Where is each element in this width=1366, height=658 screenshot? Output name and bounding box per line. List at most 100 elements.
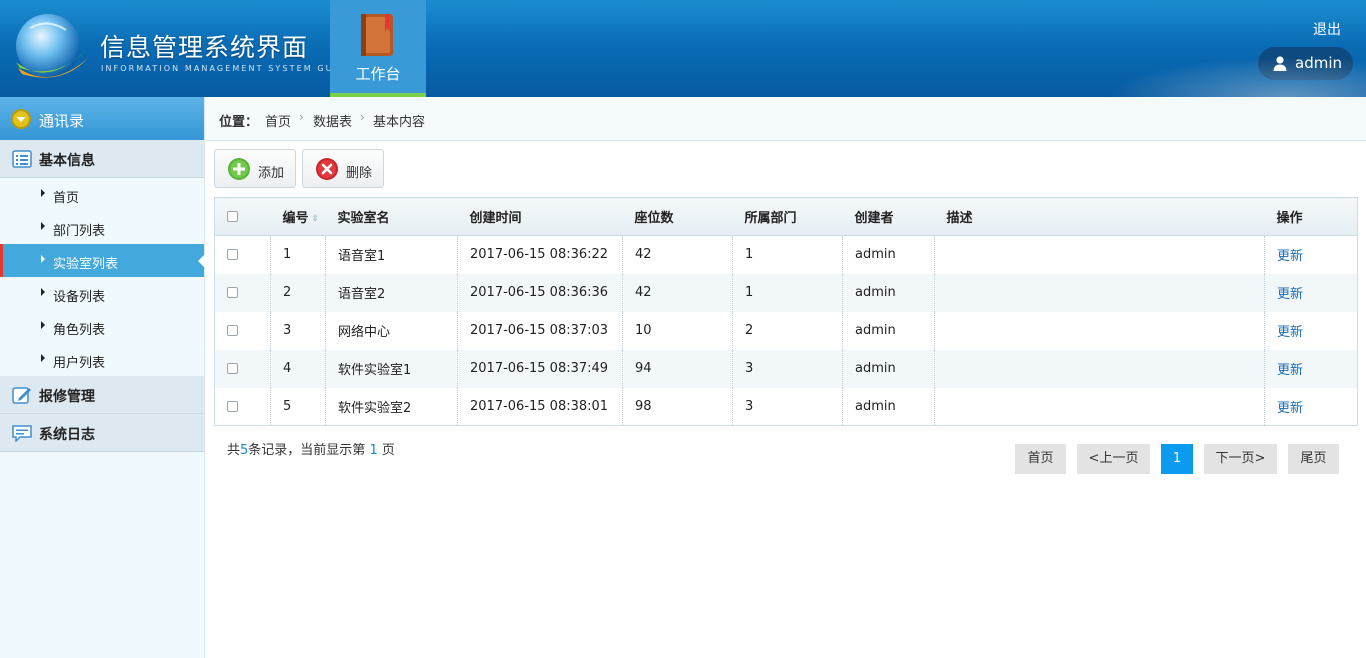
row-select-cell — [214, 349, 271, 388]
pager-next-button[interactable]: 下一页> — [1204, 444, 1277, 474]
summary-prefix: 共 — [227, 443, 241, 458]
row-select-cell — [214, 273, 271, 312]
table-row: 2 语音室2 2017-06-15 08:36:36 42 1 admin 更新 — [214, 273, 1358, 312]
cell-department: 3 — [732, 387, 843, 426]
sidebar-item-label: 部门列表 — [53, 224, 106, 239]
lab-table: 编号 ⇳ 实验室名 创建时间 座位数 所属部门 创建者 描述 操作 1 语音室1 … — [214, 197, 1358, 426]
pager-last-button[interactable]: 尾页 — [1288, 444, 1339, 474]
sidebar-item-home[interactable]: 首页 — [0, 178, 204, 211]
record-summary: 共5条记录，当前显示第 1 页 — [227, 439, 395, 458]
header-select-all[interactable] — [214, 197, 271, 236]
cell-created-time: 2017-06-15 08:38:01 — [457, 387, 623, 426]
summary-page: 1 — [369, 443, 378, 458]
breadcrumb-current: 基本内容 — [373, 115, 426, 130]
cell-lab-name: 软件实验室2 — [325, 387, 458, 426]
plus-circle-icon — [228, 158, 250, 180]
row-checkbox[interactable] — [227, 363, 238, 374]
workbench-tab[interactable]: 工作台 — [330, 0, 426, 97]
caret-right-icon — [41, 189, 45, 197]
row-checkbox[interactable] — [227, 325, 238, 336]
header-description: 描述 — [934, 197, 1265, 236]
row-checkbox[interactable] — [227, 249, 238, 261]
summary-suffix: 页 — [377, 443, 395, 458]
menu-group-label: 报修管理 — [39, 389, 95, 405]
cell-created-time: 2017-06-15 08:37:49 — [457, 349, 623, 388]
header-department: 所属部门 — [732, 197, 843, 236]
cell-department: 1 — [732, 273, 843, 312]
row-select-cell — [214, 235, 271, 274]
add-button[interactable]: 添加 — [214, 149, 296, 188]
row-checkbox[interactable] — [227, 287, 238, 298]
logout-link[interactable]: 退出 — [1313, 19, 1341, 39]
pager-first-button[interactable]: 首页 — [1015, 444, 1066, 474]
summary-middle: 条记录，当前显示第 — [248, 443, 370, 458]
header-id[interactable]: 编号 ⇳ — [270, 197, 326, 236]
add-button-label: 添加 — [258, 166, 285, 181]
dropdown-circle-icon — [11, 109, 31, 129]
cell-id: 3 — [270, 311, 326, 350]
header-action: 操作 — [1264, 197, 1358, 236]
cell-description — [934, 235, 1265, 274]
sidebar-item-label: 角色列表 — [53, 323, 106, 338]
header-lab-name: 实验室名 — [325, 197, 458, 236]
menu-group-repair[interactable]: 报修管理 — [0, 376, 204, 414]
pager-current-page[interactable]: 1 — [1161, 444, 1193, 474]
header-id-label: 编号 — [282, 211, 309, 226]
cell-action: 更新 — [1264, 349, 1358, 388]
row-select-cell — [214, 387, 271, 426]
menu-group-label: 系统日志 — [39, 427, 95, 443]
cell-creator: admin — [842, 387, 935, 426]
sidebar: 通讯录 基本信息 首页 部门列表 实验室列表 设备列表 角色列表 用户列表 报修… — [0, 97, 205, 658]
header-creator: 创建者 — [842, 197, 935, 236]
sidebar-item-label: 设备列表 — [53, 290, 106, 305]
cell-created-time: 2017-06-15 08:36:22 — [457, 235, 623, 274]
cell-description — [934, 349, 1265, 388]
workbench-label: 工作台 — [355, 65, 401, 83]
cell-lab-name: 网络中心 — [325, 311, 458, 350]
caret-right-icon — [41, 222, 45, 230]
row-checkbox[interactable] — [227, 400, 238, 412]
pager-prev-button[interactable]: <上一页 — [1077, 444, 1150, 474]
menu-group-basic-info[interactable]: 基本信息 — [0, 140, 204, 178]
breadcrumb-datatable[interactable]: 数据表 — [313, 111, 352, 130]
table-row: 4 软件实验室1 2017-06-15 08:37:49 94 3 admin … — [214, 349, 1358, 388]
breadcrumb-home[interactable]: 首页 — [265, 111, 291, 130]
cell-id: 5 — [270, 387, 326, 426]
cell-description — [934, 387, 1265, 426]
update-link[interactable]: 更新 — [1277, 287, 1303, 302]
user-badge[interactable]: admin — [1258, 47, 1353, 80]
update-link[interactable]: 更新 — [1277, 249, 1303, 264]
sidebar-item-users[interactable]: 用户列表 — [0, 343, 204, 376]
close-circle-icon — [316, 158, 338, 180]
cell-creator: admin — [842, 311, 935, 350]
cell-department: 3 — [732, 349, 843, 388]
sidebar-item-labs[interactable]: 实验室列表 — [0, 244, 205, 277]
cell-creator: admin — [842, 273, 935, 312]
sidebar-item-departments[interactable]: 部门列表 — [0, 211, 204, 244]
user-icon — [1273, 56, 1287, 71]
username: admin — [1295, 54, 1342, 72]
edit-icon — [12, 387, 31, 404]
cell-description — [934, 273, 1265, 312]
sidebar-header-contacts[interactable]: 通讯录 — [0, 97, 204, 140]
update-link[interactable]: 更新 — [1277, 363, 1303, 378]
cell-id: 1 — [270, 235, 326, 274]
menu-group-system-log[interactable]: 系统日志 — [0, 414, 204, 452]
breadcrumb-separator-icon: › — [299, 110, 304, 124]
sort-icon[interactable]: ⇳ — [312, 214, 320, 224]
delete-button[interactable]: 删除 — [302, 149, 384, 188]
update-link[interactable]: 更新 — [1277, 325, 1303, 340]
sidebar-item-roles[interactable]: 角色列表 — [0, 310, 204, 343]
cell-creator: admin — [842, 235, 935, 274]
caret-right-icon — [41, 321, 45, 329]
sidebar-item-devices[interactable]: 设备列表 — [0, 277, 204, 310]
select-all-checkbox[interactable] — [227, 211, 238, 222]
update-link[interactable]: 更新 — [1277, 401, 1303, 416]
cell-department: 1 — [732, 235, 843, 274]
book-icon — [361, 14, 393, 56]
table-row: 3 网络中心 2017-06-15 08:37:03 10 2 admin 更新 — [214, 311, 1358, 350]
sidebar-item-label: 实验室列表 — [53, 257, 119, 272]
cell-created-time: 2017-06-15 08:36:36 — [457, 273, 623, 312]
caret-right-icon — [41, 255, 45, 263]
cell-seats: 98 — [622, 387, 733, 426]
